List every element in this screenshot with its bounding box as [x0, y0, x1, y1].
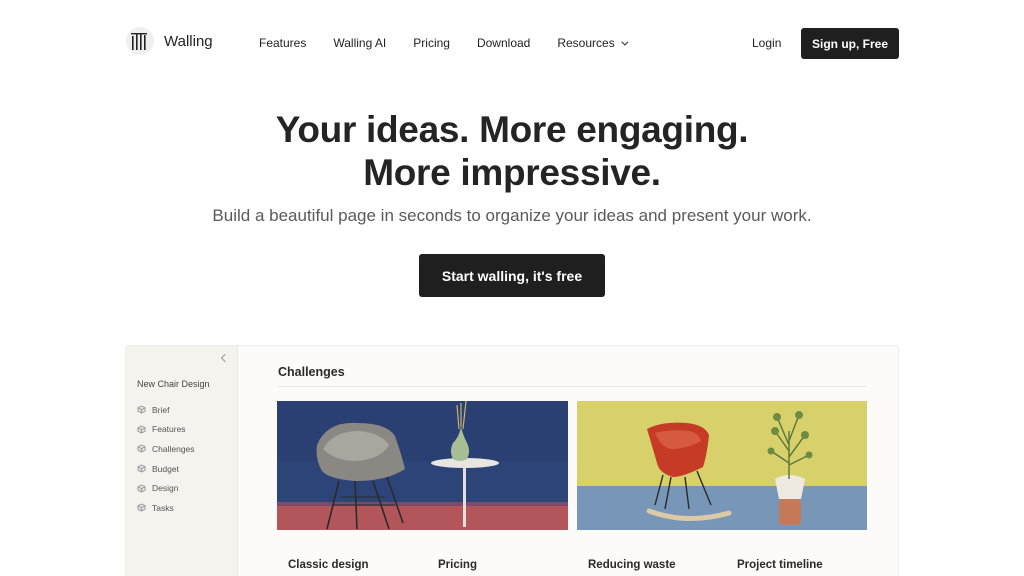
- walling-logo-icon: [126, 27, 154, 55]
- preview-main: Challenges Classic design Pricing Reduci…: [238, 346, 898, 576]
- sidebar-item-label: Design: [152, 483, 179, 494]
- hero-title-line2: More impressive.: [363, 152, 661, 193]
- logo-text: Walling: [164, 32, 213, 50]
- cube-icon: [137, 405, 146, 414]
- nav-link-download[interactable]: Download: [477, 36, 530, 50]
- cube-icon: [137, 425, 146, 434]
- walling-logo[interactable]: Walling: [126, 27, 213, 55]
- nav-link-resources[interactable]: Resources: [557, 36, 629, 50]
- hero-title-line1: Your ideas. More engaging.: [275, 109, 749, 150]
- app-preview: New Chair Design Brief Features Challeng…: [125, 345, 899, 576]
- chair-image-classic: [277, 401, 568, 530]
- sidebar-item-challenges[interactable]: Challenges: [137, 439, 195, 459]
- nav-link-walling-ai[interactable]: Walling AI: [333, 36, 386, 50]
- sidebar-item-label: Tasks: [152, 502, 174, 513]
- preview-sidebar: New Chair Design Brief Features Challeng…: [126, 346, 238, 576]
- login-link[interactable]: Login: [752, 36, 781, 50]
- top-navigation: Walling Features Walling AI Pricing Down…: [0, 0, 1024, 86]
- hero-title: Your ideas. More engaging. More impressi…: [0, 108, 1024, 194]
- sidebar-item-features[interactable]: Features: [137, 420, 195, 440]
- sidebar-item-tasks[interactable]: Tasks: [137, 498, 195, 518]
- chevron-down-icon: [621, 38, 629, 46]
- sidebar-item-label: Budget: [152, 463, 179, 474]
- caption-pricing: Pricing: [438, 559, 477, 571]
- nav-links: Features Walling AI Pricing Download Res…: [259, 36, 629, 50]
- sidebar-item-budget[interactable]: Budget: [137, 459, 195, 479]
- start-walling-button[interactable]: Start walling, it's free: [419, 254, 605, 297]
- caption-project-timeline: Project timeline: [737, 559, 823, 571]
- sidebar-list: Brief Features Challenges Budget Design …: [137, 400, 195, 518]
- sidebar-item-design[interactable]: Design: [137, 478, 195, 498]
- sidebar-item-label: Challenges: [152, 443, 195, 454]
- caption-reducing-waste: Reducing waste: [588, 559, 676, 571]
- cube-icon: [137, 464, 146, 473]
- section-title: Challenges: [278, 365, 345, 379]
- document-title: New Chair Design: [137, 379, 210, 389]
- hero-subtitle: Build a beautiful page in seconds to org…: [212, 206, 812, 225]
- collapse-sidebar-icon[interactable]: [220, 353, 230, 363]
- caption-classic-design: Classic design: [288, 559, 369, 571]
- sidebar-item-brief[interactable]: Brief: [137, 400, 195, 420]
- signup-button[interactable]: Sign up, Free: [801, 28, 899, 59]
- cube-icon: [137, 484, 146, 493]
- cube-icon: [137, 503, 146, 512]
- nav-link-pricing[interactable]: Pricing: [413, 36, 450, 50]
- nav-link-resources-label: Resources: [557, 36, 615, 50]
- section-divider: [278, 386, 867, 387]
- sidebar-item-label: Brief: [152, 404, 170, 415]
- nav-link-features[interactable]: Features: [259, 36, 306, 50]
- chair-image-rocking: [577, 401, 867, 530]
- sidebar-item-label: Features: [152, 424, 186, 435]
- cube-icon: [137, 444, 146, 453]
